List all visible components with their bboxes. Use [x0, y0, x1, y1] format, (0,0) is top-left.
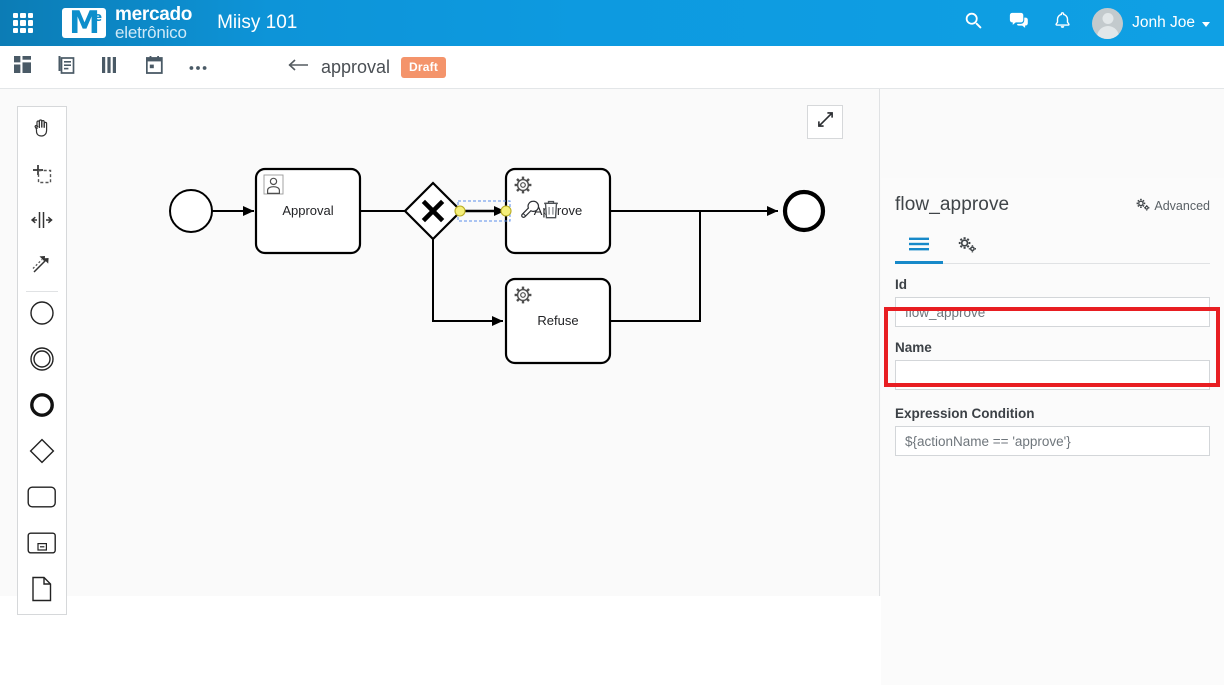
- palette-global-connect-tool[interactable]: [18, 245, 66, 291]
- palette-hand-tool[interactable]: [18, 107, 66, 153]
- advanced-link[interactable]: Advanced: [1136, 198, 1210, 214]
- data-object-icon: [31, 576, 53, 607]
- global-connect-tool-icon: [30, 254, 54, 283]
- palette-end-event[interactable]: [18, 384, 66, 430]
- subprocess-icon: [27, 531, 57, 560]
- palette-lasso-tool[interactable]: [18, 153, 66, 199]
- toolbar-dashboard-button[interactable]: [0, 46, 44, 88]
- form-icon: [58, 55, 75, 79]
- app-title: Miisy 101: [217, 12, 298, 33]
- gateway-icon: [28, 437, 56, 470]
- end-event-icon: [29, 392, 55, 423]
- properties-panel: flow_approve Advanced Id flow_approve Na…: [881, 178, 1224, 685]
- selected-flow-flow_approve: [454, 200, 512, 222]
- advanced-label: Advanced: [1154, 199, 1210, 213]
- toolbar-forms-button[interactable]: [44, 46, 88, 88]
- status-badge: Draft: [401, 56, 447, 78]
- palette-task[interactable]: [18, 476, 66, 522]
- back-button[interactable]: [286, 54, 312, 80]
- id-field-label: Id: [895, 277, 907, 292]
- apps-grid-button[interactable]: [0, 0, 46, 46]
- dashboard-icon: [13, 56, 31, 78]
- name-field[interactable]: [895, 360, 1210, 390]
- page-title: flow_approve: [895, 194, 1010, 215]
- user-icon: [263, 174, 284, 195]
- notifications-button[interactable]: [1040, 0, 1084, 46]
- intermediate-event-icon: [29, 346, 55, 377]
- search-button[interactable]: [952, 0, 996, 46]
- bpmn-canvas[interactable]: Approval Approve Refuse: [68, 89, 880, 596]
- logo-mark-icon: M e: [62, 7, 106, 38]
- apps-grid-icon: [13, 13, 33, 33]
- palette-data-object[interactable]: [18, 568, 66, 614]
- name-field-group: Name: [881, 340, 1224, 390]
- task-refuse-label: Refuse: [537, 313, 579, 328]
- logo-mark-superscript: e: [93, 9, 102, 24]
- name-field-label: Name: [895, 340, 932, 355]
- hand-tool-icon: [30, 116, 54, 145]
- task-icon: [27, 485, 57, 514]
- chevron-down-icon: [1202, 21, 1210, 27]
- sub-toolbar: approval Draft: [0, 46, 1224, 89]
- start-event: [169, 189, 213, 233]
- properties-tabs: [895, 230, 1210, 264]
- properties-header: flow_approve Advanced: [881, 178, 1224, 216]
- expression-condition-field[interactable]: [895, 426, 1210, 456]
- gears-icon: [1136, 198, 1150, 214]
- toolbar-columns-button[interactable]: [88, 46, 132, 88]
- gears-icon: [514, 286, 532, 304]
- palette-start-event[interactable]: [18, 292, 66, 338]
- palette-gateway[interactable]: [18, 430, 66, 476]
- bpmn-diagram: [169, 167, 826, 365]
- tab-settings[interactable]: [943, 230, 991, 263]
- wrench-icon: [519, 199, 540, 225]
- logo-line-2: eletrônico: [115, 22, 187, 42]
- document-name: approval: [321, 56, 391, 77]
- change-type-button[interactable]: [518, 199, 540, 225]
- remove-button[interactable]: [540, 199, 562, 225]
- fullscreen-button[interactable]: [807, 105, 843, 139]
- brand-logo[interactable]: M e mercado eletrônico: [62, 5, 192, 41]
- id-field-group: Id: [881, 277, 1224, 327]
- trash-icon: [541, 199, 561, 225]
- task-approval-label: Approval: [282, 203, 334, 218]
- expression-condition-field-label: Expression Condition: [895, 406, 1035, 421]
- top-header-bar: M e mercado eletrônico Miisy 101 Jonh Jo…: [0, 0, 1224, 46]
- flow-context-pad: [518, 199, 562, 225]
- toolbar-more-button[interactable]: [176, 46, 220, 88]
- tab-general[interactable]: [895, 230, 943, 264]
- palette-intermediate-event[interactable]: [18, 338, 66, 384]
- logo-line-1: mercado: [115, 4, 193, 26]
- palette-space-tool[interactable]: [18, 199, 66, 245]
- start-event-icon: [29, 300, 55, 331]
- bell-icon: [1052, 10, 1073, 36]
- expand-diagonal-icon: [817, 111, 834, 133]
- header-actions: Jonh Joe: [952, 0, 1224, 46]
- calendar-icon: [145, 55, 163, 79]
- gears-icon: [958, 236, 977, 258]
- user-menu[interactable]: Jonh Joe: [1092, 7, 1210, 39]
- chat-icon: [1007, 9, 1030, 37]
- arrow-left-icon: [288, 58, 310, 77]
- logo-wordmark: mercado eletrônico: [115, 5, 192, 41]
- document-header: approval Draft: [286, 54, 447, 80]
- end-event: [782, 189, 826, 233]
- user-name: Jonh Joe: [1132, 14, 1195, 31]
- search-icon: [963, 10, 985, 37]
- bpmn-palette: [17, 106, 67, 615]
- palette-subprocess[interactable]: [18, 522, 66, 568]
- avatar: [1092, 7, 1124, 39]
- gears-icon: [514, 176, 532, 194]
- work-area: Approval Approve Refuse flow_approve Adv…: [0, 89, 1224, 685]
- more-icon: [189, 58, 207, 76]
- columns-icon: [101, 56, 119, 78]
- lasso-tool-icon: [30, 162, 54, 191]
- expression-condition-field-group: Expression Condition: [881, 406, 1224, 456]
- toolbar-calendar-button[interactable]: [132, 46, 176, 88]
- id-field[interactable]: [895, 297, 1210, 327]
- hamburger-icon: [909, 237, 929, 256]
- space-tool-icon: [29, 210, 55, 235]
- messages-button[interactable]: [996, 0, 1040, 46]
